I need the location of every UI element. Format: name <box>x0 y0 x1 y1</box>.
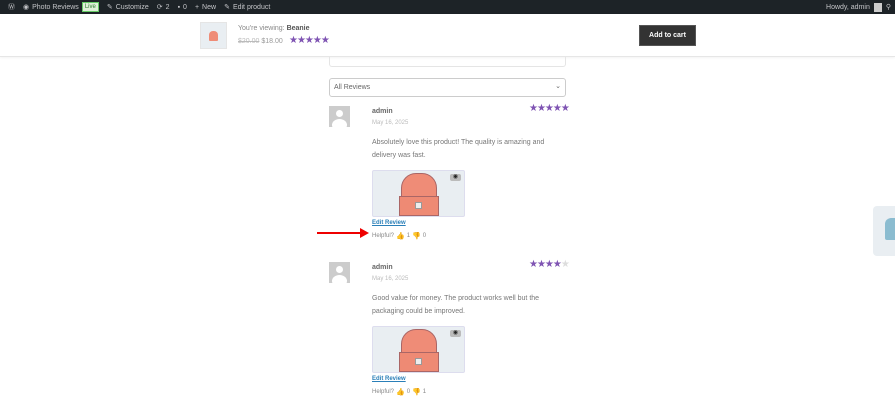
add-to-cart-button[interactable]: Add to cart <box>639 25 696 46</box>
review-date: May 16, 2025 <box>372 120 409 126</box>
howdy-link[interactable]: Howdy, admin <box>826 4 870 11</box>
viewing-label: You're viewing: Beanie <box>238 25 310 32</box>
wordpress-logo-icon[interactable]: Ⓦ <box>8 2 15 12</box>
review-item: admin May 16, 2025 ★★★★★ Good value for … <box>329 259 570 412</box>
old-price: $20.00 <box>238 38 260 45</box>
user-avatar[interactable] <box>873 2 882 12</box>
edit-review-link[interactable]: Edit Review <box>372 376 406 382</box>
search-icon[interactable]: ⚲ <box>886 3 891 11</box>
plus-icon: + <box>194 3 200 11</box>
thumbs-down-icon[interactable]: 👎 <box>412 388 421 396</box>
live-badge: Live <box>81 2 99 12</box>
thumbs-down-icon[interactable]: 👎 <box>412 232 421 240</box>
thumbs-up-icon[interactable]: 👍 <box>396 388 405 396</box>
product-name: Beanie <box>286 25 310 32</box>
review-rating-stars: ★★★★★ <box>529 103 570 114</box>
edit-product-link[interactable]: ✎ Edit product <box>224 3 270 12</box>
product-thumbnail <box>200 22 227 49</box>
updates-link[interactable]: ⟳ 2 <box>156 3 170 12</box>
updates-icon: ⟳ <box>156 4 163 11</box>
eye-icon[interactable]: ◉ <box>450 330 461 337</box>
annotation-arrow-icon <box>317 232 362 234</box>
brush-icon: ✎ <box>106 4 113 11</box>
new-link[interactable]: + New <box>195 4 216 11</box>
avatar <box>329 262 350 283</box>
review-text: Good value for money. The product works … <box>372 295 540 315</box>
review-rating-stars: ★★★★★ <box>529 259 570 270</box>
review-author: admin <box>372 264 393 271</box>
review-photo[interactable]: ◉ <box>372 170 465 217</box>
price: $20.00 $18.00 <box>238 38 283 45</box>
helpful-votes: Helpful? 👍 1 👎 0 <box>372 232 427 240</box>
avatar <box>329 106 350 127</box>
helpful-votes: Helpful? 👍 0 👎 1 <box>372 388 427 396</box>
eye-icon[interactable]: ◉ <box>450 174 461 181</box>
pencil-icon: ✎ <box>224 4 230 11</box>
review-author: admin <box>372 108 393 115</box>
side-product-widget[interactable] <box>873 206 895 256</box>
dashboard-icon: ◉ <box>23 4 30 11</box>
edit-review-link[interactable]: Edit Review <box>372 220 406 226</box>
annotation-arrowhead-icon <box>360 228 369 238</box>
review-text: Absolutely love this product! The qualit… <box>372 139 545 159</box>
review-filter-select[interactable]: All Reviews ⌄ <box>329 78 566 97</box>
review-date: May 16, 2025 <box>372 276 409 282</box>
comments-link[interactable]: ▪ 0 <box>178 4 187 11</box>
chevron-down-icon: ⌄ <box>555 83 561 90</box>
comment-icon: ▪ <box>177 3 181 11</box>
product-rating-stars: ★★★★★ <box>289 35 330 46</box>
admin-bar: Ⓦ ◉ Photo Reviews Live ✎ Customize ⟳ 2 ▪ 0 + N… <box>0 0 895 14</box>
review-form-remnant <box>329 57 566 67</box>
customize-link[interactable]: ✎ Customize <box>106 3 149 12</box>
thumbs-up-icon[interactable]: 👍 <box>396 232 405 240</box>
sticky-add-to-cart-bar: You're viewing: Beanie $20.00 $18.00 ★★★… <box>0 14 895 57</box>
sale-price: $18.00 <box>261 38 283 45</box>
review-photo[interactable]: ◉ <box>372 326 465 373</box>
site-name-link[interactable]: ◉ Photo Reviews Live <box>23 2 99 12</box>
